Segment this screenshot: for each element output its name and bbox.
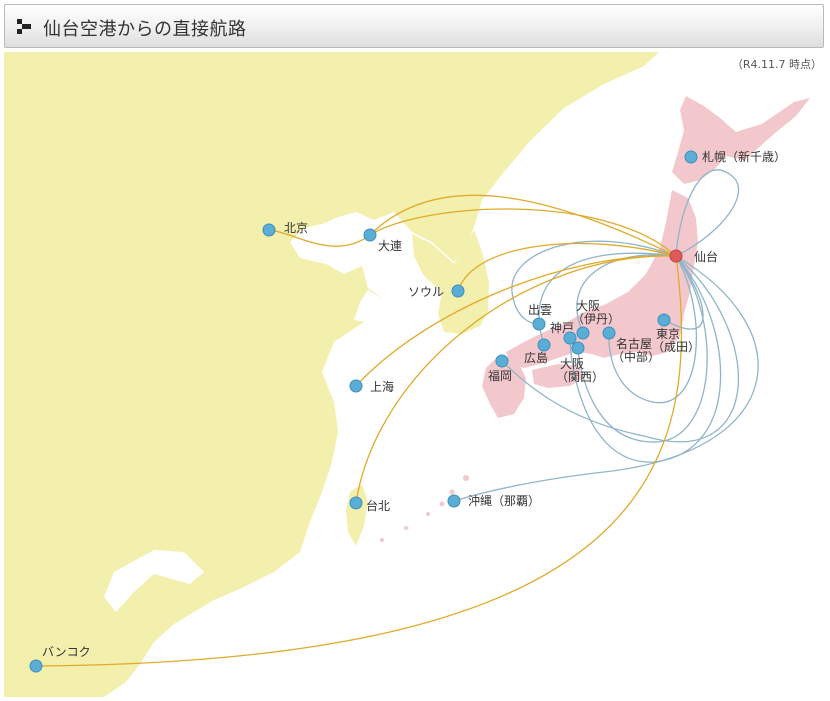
label-tokyo-line: 東京 [656, 327, 680, 341]
label-izumo: 出雲 [528, 303, 552, 317]
airport-fukuoka-dot [495, 354, 509, 368]
label-kobe: 神戸 [550, 321, 574, 335]
label-shanghai: 上海 [370, 379, 394, 394]
label-hiroshima: 広島 [524, 350, 548, 365]
page-header: 仙台空港からの直接航路 [4, 4, 824, 48]
label-dalian: 大連 [378, 239, 402, 253]
date-note: （R4.11.7 時点） [731, 58, 822, 71]
label-taipei: 台北 [366, 498, 390, 513]
label-sapporo: 札幌（新千歳） [702, 149, 786, 164]
section-marker-icon [17, 19, 31, 34]
label-seoul: ソウル [408, 285, 444, 299]
airport-osaka-itami-dot [576, 326, 590, 340]
route-map: 仙台 札幌（新千歳） 東京（成田） 名古屋（中部） 大阪（伊丹） 大阪（関西） … [4, 52, 827, 697]
airport-osaka-kansai-dot [571, 341, 585, 355]
airport-bangkok-dot [29, 659, 43, 673]
airport-shanghai-dot [349, 379, 363, 393]
hub-label: 仙台 [694, 249, 718, 264]
label-fukuoka: 福岡 [488, 368, 512, 383]
airport-seoul-dot [451, 284, 465, 298]
airport-okinawa-dot [447, 494, 461, 508]
airport-dalian-dot [363, 228, 377, 242]
page-title: 仙台空港からの直接航路 [43, 19, 247, 40]
airport-tokyo-dot [657, 313, 671, 327]
label-nagoya-line: 名古屋 [616, 336, 652, 351]
label-beijing: 北京 [284, 221, 308, 235]
label-osaka-itami-line: 大阪 [576, 299, 600, 313]
label-bangkok: バンコク [42, 645, 91, 659]
airport-beijing-dot [262, 223, 276, 237]
airport-taipei-dot [349, 496, 363, 510]
label-osaka-kansai-line: 大阪 [560, 357, 584, 371]
airport-sapporo-dot [684, 150, 698, 164]
airport-nagoya-dot [602, 326, 616, 340]
airport-izumo-dot [532, 317, 546, 331]
label-osaka-itami-line: （伊丹） [572, 312, 620, 326]
hub-sendai-dot [669, 249, 683, 263]
label-okinawa: 沖縄（那覇） [468, 493, 540, 508]
label-nagoya-line: （中部） [612, 349, 660, 364]
airport-hiroshima-dot [537, 338, 551, 352]
map-canvas: 仙台 札幌（新千歳） 東京（成田） 名古屋（中部） 大阪（伊丹） 大阪（関西） … [4, 52, 827, 697]
label-osaka-kansai-line: （関西） [556, 370, 604, 384]
